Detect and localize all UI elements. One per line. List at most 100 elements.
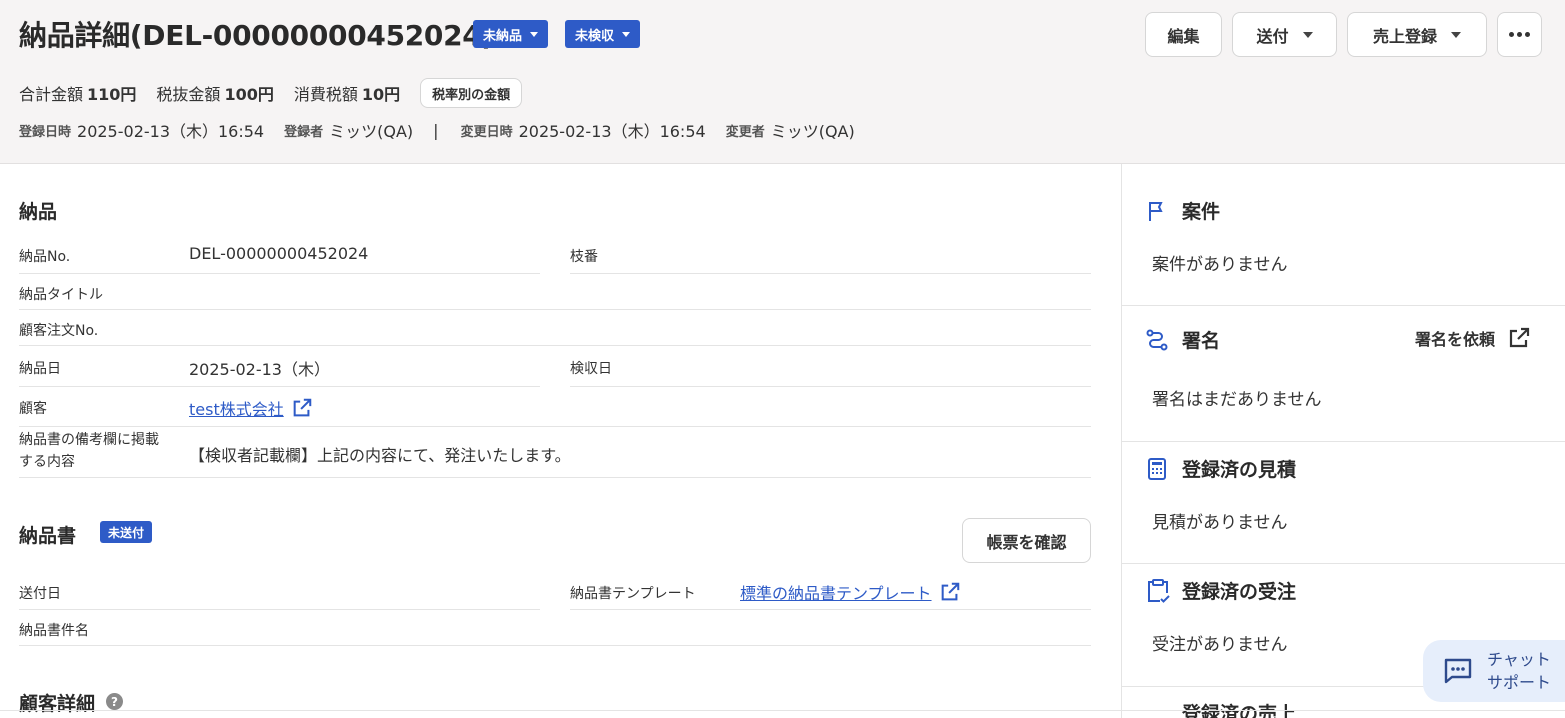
signature-route-icon <box>1146 329 1168 351</box>
register-sales-button[interactable]: 売上登録 <box>1347 12 1487 57</box>
sidebar-section-divider <box>1122 563 1565 564</box>
inspection-status-label: 未検収 <box>575 28 615 44</box>
record-meta: 登録日時 2025-02-13（木）16:54 登録者 ミッツ(QA) | 変更… <box>19 118 875 142</box>
tax-amount-value: 10円 <box>361 85 401 104</box>
row-divider <box>19 609 540 610</box>
more-horizontal-icon <box>1509 32 1530 37</box>
page-title: 納品詳細(DEL-00000000452024) <box>19 19 494 52</box>
chat-support-label: チャット サポート <box>1487 648 1551 694</box>
project-section-title: 案件 <box>1182 201 1221 223</box>
send-button[interactable]: 送付 <box>1232 12 1337 57</box>
document-name-label: 納品書件名 <box>19 623 89 639</box>
amount-summary: 合計金額 110円 税抜金額 100円 消費税額 10円 税率別の金額 <box>19 78 523 108</box>
estimates-empty-message: 見積がありません <box>1152 513 1288 533</box>
created-by-value: ミッツ(QA) <box>329 122 414 141</box>
external-link-icon <box>941 582 959 601</box>
remarks-label-line1: 納品書の備考欄に掲載 <box>19 432 159 448</box>
updated-by-value: ミッツ(QA) <box>770 122 855 141</box>
page-header: 納品詳細(DEL-00000000452024) 未納品 未検収 編集 送付 売… <box>0 0 1565 164</box>
inspection-date-label: 検収日 <box>570 361 612 377</box>
delivery-date-label: 納品日 <box>19 361 61 377</box>
remarks-value: 【検収者記載欄】上記の内容にて、発注いたします。 <box>189 446 571 465</box>
inspection-status-dropdown[interactable]: 未検収 <box>565 20 641 48</box>
row-divider <box>19 309 1091 310</box>
external-link-icon <box>1509 327 1530 348</box>
template-link-text[interactable]: 標準の納品書テンプレート <box>740 584 932 603</box>
pretax-amount-label: 税抜金額 <box>156 85 221 104</box>
tax-amount-label: 消費税額 <box>293 85 358 104</box>
chat-label-line1: チャット <box>1487 650 1551 669</box>
edit-button-label: 編集 <box>1167 26 1200 46</box>
customer-detail-section-title: 顧客詳細 <box>19 693 96 715</box>
request-signature-label: 署名を依頼 <box>1415 330 1496 349</box>
customer-label: 顧客 <box>19 401 47 417</box>
send-status-badge: 未送付 <box>100 521 153 543</box>
chevron-down-icon <box>622 31 631 37</box>
chat-bubble-icon <box>1444 658 1472 684</box>
branch-no-label: 枝番 <box>570 249 598 265</box>
customer-order-no-label: 顧客注文No. <box>19 323 99 339</box>
row-divider <box>570 609 1091 610</box>
customer-link-text[interactable]: test株式会社 <box>189 400 284 419</box>
updated-by-label: 変更者 <box>725 124 765 140</box>
row-divider <box>19 386 540 387</box>
remarks-label-line2: する内容 <box>19 454 75 470</box>
row-divider <box>570 273 1091 274</box>
estimates-section-title: 登録済の見積 <box>1182 459 1297 481</box>
external-link-icon <box>293 398 312 417</box>
signature-section-title: 署名 <box>1182 330 1221 352</box>
flag-icon <box>1149 202 1163 221</box>
row-divider <box>19 273 540 274</box>
created-at-label: 登録日時 <box>19 124 72 140</box>
sidebar-section-divider <box>1122 305 1565 306</box>
signature-empty-message: 署名はまだありません <box>1152 390 1322 410</box>
chevron-down-icon <box>1451 31 1461 38</box>
template-link[interactable]: 標準の納品書テンプレート <box>740 580 961 604</box>
total-amount-value: 110円 <box>87 85 137 104</box>
meta-separator: | <box>433 120 439 140</box>
edit-button[interactable]: 編集 <box>1145 12 1222 57</box>
sidebar-section-divider <box>1122 441 1565 442</box>
sent-date-label: 送付日 <box>19 586 61 602</box>
delivery-no-label: 納品No. <box>19 249 71 265</box>
sales-section-title: 登録済の売上 <box>1182 703 1297 718</box>
delivery-status-label: 未納品 <box>483 28 523 44</box>
delivery-section-title: 納品 <box>19 201 58 223</box>
delivery-status-dropdown[interactable]: 未納品 <box>473 20 549 48</box>
chat-label-line2: サポート <box>1487 673 1552 692</box>
created-at-value: 2025-02-13（木）16:54 <box>77 122 265 141</box>
delivery-no-value: DEL-00000000452024 <box>189 244 369 263</box>
row-divider <box>570 386 1091 387</box>
request-signature-link[interactable]: 署名を依頼 <box>1415 326 1531 350</box>
main-content <box>0 164 1121 718</box>
row-divider <box>19 645 1091 646</box>
help-icon[interactable]: ? <box>106 693 123 710</box>
pretax-amount-value: 100円 <box>224 85 274 104</box>
calculator-icon <box>1148 458 1166 480</box>
row-divider <box>19 426 1091 427</box>
document-section-title: 納品書 <box>19 525 77 547</box>
row-divider <box>19 477 1091 478</box>
orders-section-title: 登録済の受注 <box>1182 581 1297 603</box>
more-menu-button[interactable] <box>1497 12 1542 57</box>
orders-empty-message: 受注がありません <box>1152 635 1288 655</box>
bottom-border <box>0 710 1565 711</box>
customer-link[interactable]: test株式会社 <box>189 396 313 420</box>
confirm-document-label: 帳票を確認 <box>986 532 1067 552</box>
send-button-label: 送付 <box>1256 26 1289 46</box>
delivery-date-value: 2025-02-13（木） <box>189 360 330 379</box>
row-divider <box>19 345 1091 346</box>
chevron-down-icon <box>530 31 539 37</box>
chat-support-button[interactable]: チャット サポート <box>1423 640 1565 702</box>
updated-at-label: 変更日時 <box>460 124 513 140</box>
created-by-label: 登録者 <box>284 124 324 140</box>
template-label: 納品書テンプレート <box>570 586 696 602</box>
delivery-title-label: 納品タイトル <box>19 287 103 303</box>
project-empty-message: 案件がありません <box>1152 255 1288 275</box>
register-sales-label: 売上登録 <box>1372 26 1437 46</box>
total-amount-label: 合計金額 <box>19 85 84 104</box>
confirm-document-button[interactable]: 帳票を確認 <box>962 518 1091 563</box>
clipboard-check-icon <box>1148 579 1170 603</box>
chevron-down-icon <box>1302 31 1313 38</box>
amount-by-tax-rate-button[interactable]: 税率別の金額 <box>420 78 523 108</box>
